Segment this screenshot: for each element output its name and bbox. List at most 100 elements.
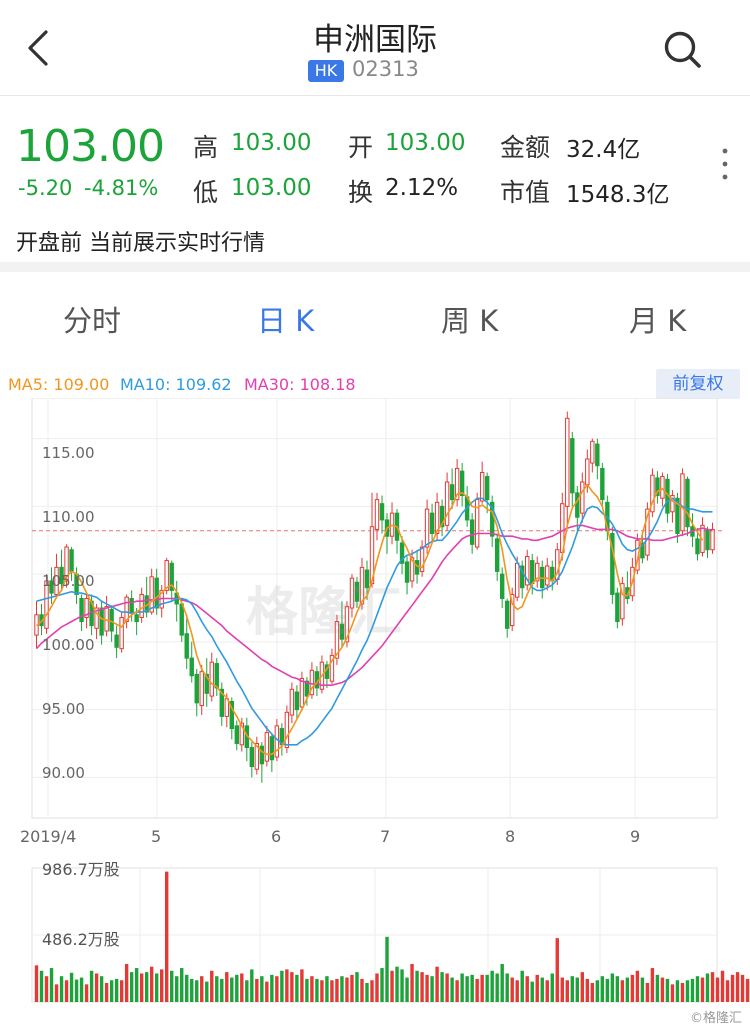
x-tick-label: 2019/4 — [20, 827, 77, 846]
volume-bar — [240, 973, 244, 1002]
kline-chart[interactable] — [0, 398, 750, 1008]
volume-bar — [39, 970, 44, 1002]
volume-bar — [715, 977, 720, 1002]
volume-bar — [730, 974, 735, 1002]
tab-intraday[interactable]: 分时 — [63, 298, 121, 340]
low-label: 低 — [193, 178, 219, 207]
market-cap-label: 市值 — [500, 178, 551, 207]
search-icon[interactable] — [660, 28, 704, 72]
volume-bar — [570, 976, 574, 1002]
volume-bar — [270, 974, 274, 1002]
volume-bar — [500, 963, 504, 1002]
volume-bar — [460, 973, 464, 1002]
volume-bar — [144, 972, 149, 1002]
volume-bar — [640, 977, 645, 1002]
volume-bar — [645, 982, 650, 1002]
tab-monthly-k[interactable]: 月 K — [629, 298, 686, 340]
volume-bar — [49, 968, 54, 1002]
volume-bar — [275, 976, 279, 1002]
section-divider — [0, 262, 750, 272]
volume-max-label: 986.7万股 — [42, 860, 120, 879]
volume-bar — [230, 977, 234, 1002]
x-tick-label: 7 — [380, 827, 391, 846]
volume-bar — [260, 976, 264, 1002]
y-tick-label: 95.00 — [42, 700, 85, 718]
candle-body — [129, 598, 134, 613]
volume-bar — [200, 976, 204, 1002]
price-change-percent: -4.81% — [84, 176, 159, 200]
candle-body — [600, 467, 605, 501]
market-cap-value: 1548.3亿 — [566, 182, 670, 208]
volume-bar — [615, 976, 620, 1002]
candle-body — [149, 576, 154, 613]
volume-bar — [400, 969, 404, 1002]
volume-bar — [665, 978, 670, 1002]
volume-bar — [325, 976, 329, 1002]
candle-body — [449, 484, 455, 501]
watermark-logo: 格隆汇 — [246, 583, 403, 643]
volume-bar — [540, 977, 544, 1002]
candle-body — [199, 671, 204, 707]
price-adjust-button[interactable]: 前复权 — [656, 369, 740, 399]
volume-bar — [175, 976, 179, 1002]
candle-body — [414, 560, 420, 575]
candle-body — [139, 593, 144, 618]
volume-bar — [475, 978, 479, 1002]
volume-bar — [690, 978, 695, 1002]
volume-bar — [195, 980, 199, 1002]
y-tick-label: 115.00 — [42, 444, 95, 462]
volume-bar — [580, 972, 585, 1002]
y-tick-label: 90.00 — [42, 764, 85, 782]
volume-bar — [560, 977, 564, 1002]
candle-body — [575, 492, 580, 518]
open-label: 开 — [348, 133, 374, 162]
volume-bar — [64, 980, 69, 1002]
candle-body — [269, 736, 275, 761]
candle-body — [114, 634, 119, 648]
x-tick-label: 9 — [630, 827, 641, 846]
ma5-legend: MA5: 109.00 — [8, 375, 110, 394]
volume-bar — [295, 974, 299, 1002]
volume-bar — [154, 973, 159, 1002]
candle-body — [289, 688, 295, 716]
volume-bar — [164, 871, 169, 1002]
volume-bar — [99, 976, 104, 1002]
volume-bar — [745, 978, 750, 1002]
volume-bar — [545, 980, 549, 1002]
candle-body — [565, 417, 570, 507]
volume-bar — [740, 974, 745, 1002]
copyright-credit: ©格隆汇 — [690, 1011, 743, 1026]
volume-bar — [565, 980, 569, 1002]
volume-bar — [625, 977, 630, 1002]
volume-bar — [635, 970, 640, 1002]
candle-body — [379, 503, 385, 521]
x-tick-label: 6 — [271, 827, 282, 846]
volume-bar — [655, 974, 660, 1002]
candle-body — [214, 663, 219, 689]
volume-bar — [190, 978, 194, 1002]
volume-bar — [585, 978, 590, 1002]
volume-bar — [620, 980, 625, 1002]
volume-bar — [425, 974, 429, 1002]
candle-body — [504, 600, 510, 629]
stock-code: 02313 — [352, 57, 419, 81]
volume-bar — [390, 970, 394, 1002]
stock-name-title: 申洲国际 — [313, 22, 437, 58]
volume-bar — [575, 977, 580, 1002]
volume-bar — [330, 980, 334, 1002]
candle-body — [685, 478, 690, 528]
volume-bar — [660, 977, 665, 1002]
candle-body — [104, 606, 109, 632]
candle-body — [695, 538, 700, 555]
candle-body — [429, 512, 435, 534]
volume-bar — [169, 970, 174, 1002]
volume-bar — [385, 936, 389, 1002]
turnover-value: 2.12% — [385, 175, 459, 201]
tab-daily-k[interactable]: 日 K — [257, 298, 314, 340]
candle-body — [184, 633, 189, 659]
more-vertical-icon[interactable] — [718, 146, 732, 182]
candle-body — [570, 438, 575, 494]
tab-weekly-k[interactable]: 周 K — [441, 298, 498, 340]
volume-bar — [375, 973, 379, 1002]
price-change: -5.20 — [18, 176, 73, 200]
